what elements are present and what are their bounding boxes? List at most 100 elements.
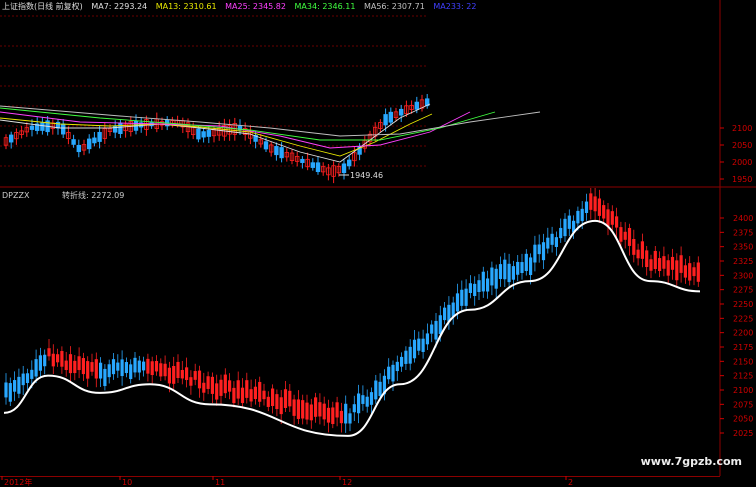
indicator-candle (245, 380, 249, 398)
indicator-candle (223, 374, 227, 394)
indicator-candle (81, 358, 85, 375)
indicator-candle (597, 198, 601, 216)
indicator-candle (25, 373, 30, 384)
indicator-candle (292, 399, 296, 416)
indicator-axis-label: 2325 (733, 257, 753, 266)
indicator-candle (498, 264, 503, 279)
indicator-candle (301, 400, 305, 419)
indicator-candle (524, 253, 528, 272)
indicator-candle (490, 267, 494, 286)
indicator-axis-label: 2050 (733, 415, 753, 424)
indicator-candle (666, 260, 670, 276)
indicator-axis-label: 2100 (733, 386, 753, 395)
indicator-candle (632, 239, 636, 255)
indicator-candle (653, 250, 657, 270)
price-candle (315, 162, 321, 173)
price-candle (310, 162, 315, 168)
price-candle (118, 122, 123, 134)
indicator-axis-label: 2250 (733, 300, 753, 309)
price-axis-label: 1950 (732, 175, 752, 184)
price-axis-label: 2100 (732, 124, 752, 133)
indicator-candle (511, 266, 515, 280)
indicator-candle (232, 387, 236, 404)
price-candle (76, 144, 81, 153)
indicator-candle (387, 366, 391, 380)
indicator-candle (679, 255, 683, 273)
indicator-candle (352, 404, 356, 413)
indicator-candle (142, 361, 146, 371)
price-legend-title: 上证指数(日线 前复权) (2, 2, 83, 11)
indicator-candle (395, 361, 399, 372)
ma7-label: MA7: 2293.24 (91, 2, 148, 11)
indicator-candle (262, 390, 266, 400)
indicator-candle (167, 367, 171, 384)
indicator-candle (30, 369, 34, 379)
indicator-candle (318, 402, 322, 417)
indicator-candle (602, 205, 606, 219)
indicator-candle (477, 280, 481, 292)
indicator-candle (425, 333, 429, 345)
price-axis-label: 2000 (732, 158, 752, 167)
indicator-axis-label: 2150 (733, 357, 753, 366)
indicator-axis-label: 2275 (733, 286, 753, 295)
price-candle (40, 122, 45, 131)
indicator-candle (606, 209, 610, 227)
indicator-candle (197, 370, 202, 389)
indicator-candle (658, 258, 662, 272)
indicator-candle (357, 393, 361, 414)
turn-line-label: 转折线: 2272.09 (61, 191, 125, 200)
indicator-candle (219, 379, 223, 396)
indicator-candle (554, 237, 558, 247)
indicator-candle (73, 360, 77, 374)
indicator-candle (159, 363, 163, 377)
price-candle (279, 147, 284, 159)
indicator-candle (584, 201, 589, 214)
indicator-candle (593, 196, 597, 212)
indicator-candles (4, 188, 700, 433)
indicator-candle (271, 388, 275, 407)
indicator-candle (464, 288, 468, 306)
ma34-label: MA34: 2346.11 (294, 2, 356, 11)
indicator-candle (520, 262, 524, 273)
indicator-candle (154, 360, 159, 372)
price-axis-label: 2050 (732, 141, 752, 150)
indicator-candle (90, 362, 94, 372)
indicator-candle (193, 371, 197, 380)
indicator-candle (589, 193, 593, 210)
indicator-candle (627, 227, 632, 246)
indicator-candle (486, 278, 490, 292)
indicator-candle (348, 413, 352, 424)
indicator-legend: DPZZX 转折线: 2272.09 (2, 190, 154, 201)
indicator-candle (365, 396, 369, 407)
indicator-candle (86, 361, 90, 379)
indicator-name: DPZZX (2, 191, 30, 200)
indicator-candle (13, 380, 17, 392)
price-candle (29, 125, 35, 130)
indicator-candle (103, 368, 107, 387)
price-candle (398, 108, 404, 116)
indicator-candle (176, 361, 180, 379)
price-candle (87, 138, 92, 150)
indicator-candle (146, 358, 150, 374)
date-axis-label: 11 (215, 478, 225, 487)
price-axis: 2100 2050 2000 1950 (720, 124, 752, 184)
indicator-candle (473, 283, 477, 296)
indicator-candle (533, 244, 537, 263)
price-chart[interactable]: 2100 2050 2000 1950 1949.46 (0, 0, 756, 188)
indicator-candle (503, 259, 507, 280)
price-candles (3, 93, 430, 184)
indicator-candle (202, 382, 206, 393)
indicator-chart[interactable]: 2400 2375 2350 2325 2300 2275 2250 2225 2200 2175… (0, 188, 756, 476)
indicator-candle (266, 396, 270, 407)
indicator-candle (649, 259, 653, 271)
indicator-candle (150, 361, 154, 376)
indicator-candle (494, 268, 498, 289)
indicator-candle (696, 262, 700, 282)
price-candle (263, 141, 269, 150)
indicator-candle (537, 244, 541, 255)
indicator-candle (94, 359, 98, 379)
price-candle (92, 137, 97, 144)
price-candle (300, 158, 305, 163)
indicator-candle (17, 376, 21, 394)
indicator-candle (563, 218, 567, 237)
